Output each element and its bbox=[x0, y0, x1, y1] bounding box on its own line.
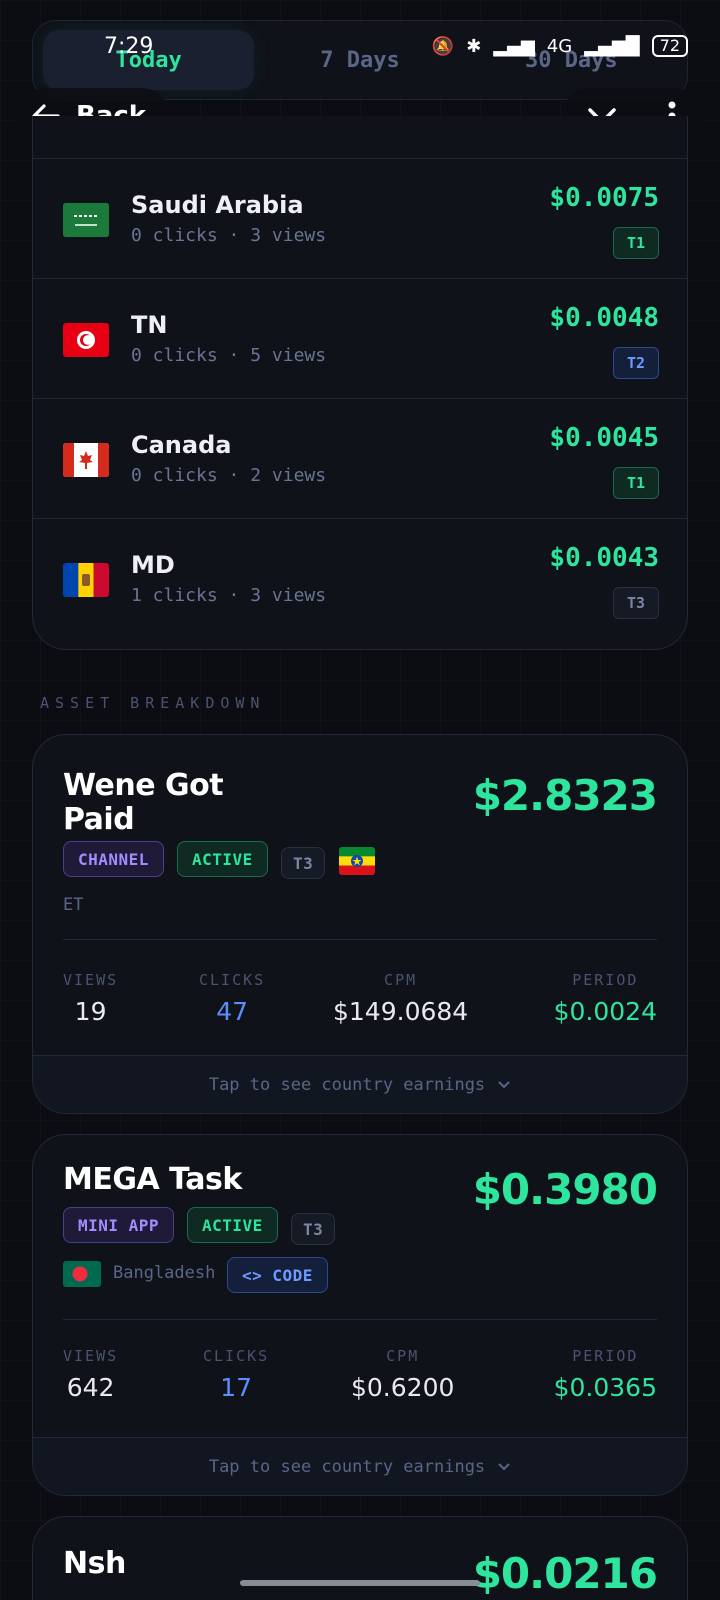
views-stat: VIEWS 19 bbox=[63, 971, 119, 1026]
canada-flag-icon bbox=[63, 443, 109, 477]
country-row[interactable]: Canada 0 clicks · 2 views $0.0045 T1 bbox=[33, 398, 687, 520]
network-type: 4G bbox=[546, 35, 573, 57]
code-button[interactable]: <> CODE bbox=[227, 1257, 328, 1293]
country-amount: $0.0045 bbox=[549, 423, 659, 453]
asset-card[interactable]: MEGA Task $0.3980 MINI APP ACTIVE T3 Ban… bbox=[32, 1134, 688, 1496]
status-bar: 7:29 🔕 ✱ ▂▄▆ 4G ▂▄▆█ 72 bbox=[0, 28, 720, 64]
country-name: Saudi Arabia bbox=[131, 191, 304, 219]
cpm-stat: CPM $0.6200 bbox=[351, 1347, 455, 1402]
country-amount: $0.0048 bbox=[549, 303, 659, 333]
country-stats: 1 clicks · 3 views bbox=[131, 585, 327, 606]
country-row[interactable]: MD 1 clicks · 3 views $0.0043 T3 bbox=[33, 518, 687, 640]
tier-badge: T3 bbox=[291, 1213, 336, 1245]
bangladesh-flag-icon bbox=[63, 1261, 101, 1287]
bluetooth-icon: ✱ bbox=[466, 35, 482, 57]
type-badge: MINI APP bbox=[63, 1207, 175, 1243]
signal-2-icon: ▂▄▆█ bbox=[584, 35, 640, 57]
country-name: TN bbox=[131, 311, 168, 339]
saudi-arabia-flag-icon bbox=[63, 203, 109, 237]
divider bbox=[63, 1319, 657, 1320]
clicks-stat: CLICKS 17 bbox=[203, 1347, 270, 1402]
country-stats: 0 clicks · 2 views bbox=[131, 465, 327, 486]
tier-badge: T3 bbox=[281, 847, 326, 879]
moldova-flag-icon bbox=[63, 563, 109, 597]
country-row[interactable]: Saudi Arabia 0 clicks · 3 views $0.0075 … bbox=[33, 158, 687, 280]
asset-amount: $2.8323 bbox=[472, 771, 658, 820]
tier-badge: T3 bbox=[613, 587, 659, 619]
status-badge: ACTIVE bbox=[187, 1207, 278, 1243]
asset-amount: $0.3980 bbox=[472, 1165, 658, 1214]
asset-title: MEGA Task bbox=[63, 1162, 242, 1197]
period-stat: PERIOD $0.0365 bbox=[553, 1347, 657, 1402]
divider bbox=[63, 939, 657, 940]
tier-badge: T1 bbox=[613, 227, 659, 259]
country-name: Canada bbox=[131, 431, 232, 459]
asset-card[interactable]: Nsh $0.0216 bbox=[32, 1516, 688, 1600]
asset-amount: $0.0216 bbox=[472, 1549, 658, 1598]
home-indicator[interactable] bbox=[240, 1580, 480, 1586]
battery-icon: 72 bbox=[651, 35, 688, 57]
section-label: ASSET BREAKDOWN bbox=[40, 694, 266, 712]
type-badge: CHANNEL bbox=[63, 841, 164, 877]
cpm-stat: CPM $149.0684 bbox=[333, 971, 469, 1026]
country-code: ET bbox=[63, 895, 84, 915]
tier-badge: T2 bbox=[613, 347, 659, 379]
country-name: MD bbox=[131, 551, 175, 579]
ethiopia-flag-icon bbox=[339, 847, 375, 875]
chevron-down-icon bbox=[498, 1462, 510, 1470]
signal-icon: ▂▄▆ bbox=[493, 35, 535, 57]
tunisia-flag-icon bbox=[63, 323, 109, 357]
clicks-stat: CLICKS 47 bbox=[199, 971, 266, 1026]
status-badge: ACTIVE bbox=[177, 841, 268, 877]
country-name: Bangladesh bbox=[113, 1263, 216, 1283]
country-earnings-toggle[interactable]: Tap to see country earnings bbox=[33, 1055, 687, 1113]
country-stats: 0 clicks · 5 views bbox=[131, 345, 327, 366]
chevron-down-icon bbox=[498, 1080, 510, 1088]
country-stats: 0 clicks · 3 views bbox=[131, 225, 327, 246]
status-time: 7:29 bbox=[104, 33, 154, 59]
mute-icon: 🔕 bbox=[431, 35, 455, 57]
country-amount: $0.0043 bbox=[549, 543, 659, 573]
period-stat: PERIOD $0.0024 bbox=[553, 971, 657, 1026]
country-earnings-toggle[interactable]: Tap to see country earnings bbox=[33, 1437, 687, 1495]
asset-title: Nsh bbox=[63, 1546, 126, 1581]
country-amount: $0.0075 bbox=[549, 183, 659, 213]
views-stat: VIEWS 642 bbox=[63, 1347, 119, 1402]
country-earnings-card: Saudi Arabia 0 clicks · 3 views $0.0075 … bbox=[32, 116, 688, 650]
asset-title: Wene Got Paid bbox=[63, 768, 224, 837]
tier-badge: T1 bbox=[613, 467, 659, 499]
status-icons: 🔕 ✱ ▂▄▆ 4G ▂▄▆█ 72 bbox=[432, 35, 688, 57]
country-row[interactable]: TN 0 clicks · 5 views $0.0048 T2 bbox=[33, 278, 687, 400]
asset-card[interactable]: Wene Got Paid $2.8323 CHANNEL ACTIVE T3 … bbox=[32, 734, 688, 1114]
